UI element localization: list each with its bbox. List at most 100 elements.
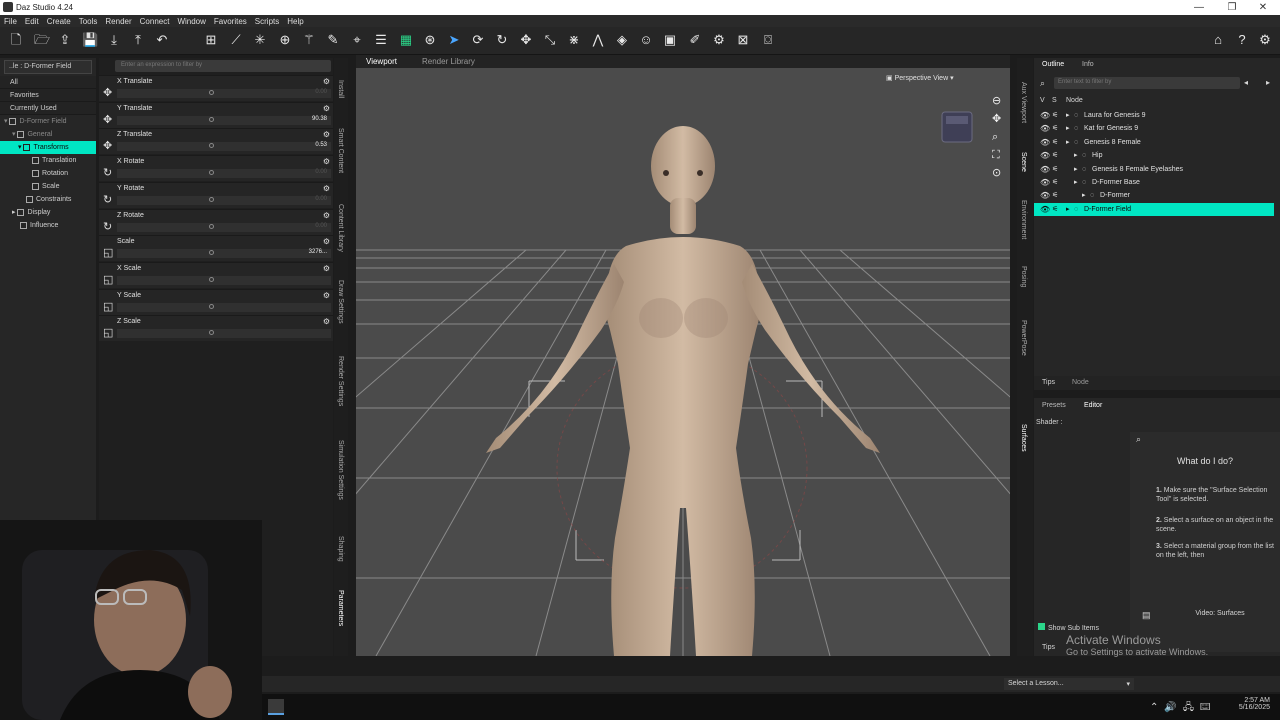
scene-node-hip[interactable]: 👁 ⚟ ▸ ◌ Hip: [1034, 149, 1274, 162]
scene-node-kat-for-genesis-9[interactable]: 👁 ⚟ ▸ ◌ Kat for Genesis 9: [1034, 122, 1274, 135]
gear-icon[interactable]: ⚙: [323, 264, 330, 273]
scene-tool-icon[interactable]: ▣: [663, 33, 677, 47]
render-icon[interactable]: ⌼: [761, 33, 775, 47]
param-slider[interactable]: [117, 115, 331, 125]
plugin-icon[interactable]: ⊠: [736, 33, 750, 47]
slider-handle[interactable]: [209, 116, 214, 122]
scene-node-d-former-field[interactable]: 👁 ⚟ ▸ ◌ D-Former Field: [1034, 202, 1274, 216]
daz-taskbar-icon[interactable]: [268, 699, 284, 715]
param-row-z-translate[interactable]: ✥ Z Translate ⚙ 0.53: [99, 128, 333, 155]
param-value[interactable]: 0.53: [315, 142, 327, 148]
pointer-tool-icon[interactable]: ➤: [447, 33, 461, 47]
menu-file[interactable]: File: [0, 15, 21, 27]
visibility-eye-icon[interactable]: 👁: [1040, 189, 1050, 202]
tab-scene[interactable]: Scene: [1020, 152, 1027, 172]
gear-icon[interactable]: ⚙: [323, 211, 330, 220]
param-row-x-rotate[interactable]: ↻ X Rotate ⚙ 0.00: [99, 155, 333, 182]
undo-icon[interactable]: ↶: [155, 33, 169, 47]
tab-tips-surfaces[interactable]: Tips: [1042, 644, 1055, 651]
clock[interactable]: 2:57 AM 5/16/2025: [1230, 697, 1270, 711]
gear-icon[interactable]: ⚙: [323, 237, 330, 246]
tab-simulation-settings[interactable]: Simulation Settings: [337, 440, 344, 500]
tab-environment[interactable]: Environment: [1020, 200, 1027, 239]
tab-render-library[interactable]: Render Library: [422, 57, 475, 66]
tab-info[interactable]: Info: [1082, 61, 1094, 68]
param-slider[interactable]: [117, 195, 331, 205]
tree-item-dformer-field[interactable]: ▾ D-Former Field: [0, 115, 96, 128]
menu-edit[interactable]: Edit: [21, 15, 43, 27]
tree-all[interactable]: All: [0, 76, 96, 89]
video-surfaces-button[interactable]: Video: Surfaces: [1170, 610, 1270, 617]
visibility-eye-icon[interactable]: 👁: [1040, 176, 1050, 189]
expand-arrow-icon[interactable]: ▸: [1066, 203, 1070, 216]
merge-file-icon[interactable]: ⇪: [58, 33, 72, 47]
tab-tips[interactable]: Tips: [1042, 379, 1055, 386]
tab-powerpose[interactable]: PowerPose: [1020, 320, 1027, 356]
save-icon[interactable]: 💾: [82, 33, 98, 47]
figure-tool-icon[interactable]: ☺: [639, 33, 653, 47]
param-row-y-translate[interactable]: ✥ Y Translate ⚙ 90.38: [99, 101, 333, 128]
tab-shaping[interactable]: Shaping: [337, 536, 344, 562]
selectable-icon[interactable]: ⚟: [1052, 109, 1058, 122]
visibility-eye-icon[interactable]: 👁: [1040, 163, 1050, 176]
scene-node-d-former-base[interactable]: 👁 ⚟ ▸ ◌ D-Former Base: [1034, 176, 1274, 189]
gear-icon[interactable]: ⚙: [323, 104, 330, 113]
back-arrow-icon[interactable]: ◂: [1244, 78, 1248, 87]
param-value[interactable]: 0.00: [315, 169, 327, 175]
checkbox[interactable]: [1038, 623, 1045, 630]
menu-scripts[interactable]: Scripts: [251, 15, 283, 27]
list-icon[interactable]: ☰: [374, 33, 388, 47]
tree-item-general[interactable]: ▾ General: [0, 128, 96, 141]
pan-icon[interactable]: ✥: [992, 112, 1001, 125]
open-file-icon[interactable]: 🗁: [34, 33, 50, 47]
gear-icon[interactable]: ⚙: [323, 317, 330, 326]
param-row-z-rotate[interactable]: ↻ Z Rotate ⚙ 0.00: [99, 208, 333, 235]
param-row-x-translate[interactable]: ✥ X Translate ⚙ 0.00: [99, 75, 333, 101]
param-row-z-scale[interactable]: ◱ Z Scale ⚙: [99, 315, 333, 342]
param-value[interactable]: 0.00: [315, 196, 327, 202]
tree-item-display[interactable]: ▸ Display: [0, 206, 96, 219]
tab-content-library[interactable]: Content Library: [337, 204, 344, 252]
node-weight-icon[interactable]: ⚙: [712, 33, 726, 47]
selectable-icon[interactable]: ⚟: [1052, 176, 1058, 189]
scene-node-laura-for-genesis-9[interactable]: 👁 ⚟ ▸ ◌ Laura for Genesis 9: [1034, 109, 1274, 122]
menu-create[interactable]: Create: [43, 15, 75, 27]
node-select-icon[interactable]: ⌖: [350, 33, 364, 47]
param-slider[interactable]: [117, 222, 331, 232]
maximize-button[interactable]: ❐: [1215, 0, 1249, 15]
tree-item-rotation[interactable]: Rotation: [0, 167, 96, 180]
tree-item-translation[interactable]: Translation: [0, 154, 96, 167]
param-slider[interactable]: [117, 275, 331, 285]
help-icon[interactable]: ?: [1235, 33, 1249, 47]
new-file-icon[interactable]: 🗋: [9, 33, 23, 47]
slider-handle[interactable]: [209, 196, 214, 202]
scene-filter-input[interactable]: Enter text to filter by: [1054, 77, 1240, 89]
tab-parameters[interactable]: Parameters: [337, 590, 344, 626]
visibility-eye-icon[interactable]: 👁: [1040, 122, 1050, 135]
param-row-x-scale[interactable]: ◱ X Scale ⚙: [99, 261, 333, 288]
universal-tool-icon[interactable]: ⊛: [423, 33, 437, 47]
scene-node-genesis-8-female[interactable]: 👁 ⚟ ▸ ◌ Genesis 8 Female: [1034, 136, 1274, 149]
wand-icon[interactable]: ⚚: [302, 33, 316, 47]
export-icon[interactable]: ⤒: [131, 33, 145, 47]
gear-icon[interactable]: ⚙: [323, 130, 330, 139]
home-icon[interactable]: ⌂: [1211, 33, 1225, 47]
slider-handle[interactable]: [209, 90, 214, 95]
tab-install[interactable]: Install: [337, 80, 344, 98]
slider-handle[interactable]: [209, 223, 214, 229]
shaper-icon[interactable]: ✐: [688, 33, 702, 47]
selectable-icon[interactable]: ⚟: [1052, 163, 1058, 176]
selectable-icon[interactable]: ⚟: [1052, 149, 1058, 162]
show-sub-items[interactable]: Show Sub Items: [1038, 623, 1099, 632]
create-primitive-icon[interactable]: ⟋: [229, 33, 243, 47]
parameter-filter-input[interactable]: Enter an expression to filter by: [115, 60, 331, 72]
expand-arrow-icon[interactable]: ▸: [1066, 122, 1070, 135]
create-figure-icon[interactable]: ⊞: [204, 33, 218, 47]
surface-tool-icon[interactable]: ◈: [615, 33, 629, 47]
grid-active-icon[interactable]: ▦: [399, 33, 413, 47]
slider-handle[interactable]: [209, 303, 214, 309]
spin-tool-icon[interactable]: ↻: [495, 33, 509, 47]
menu-help[interactable]: Help: [283, 15, 307, 27]
selectable-icon[interactable]: ⚟: [1052, 136, 1058, 149]
param-value[interactable]: 3276...: [309, 249, 327, 255]
